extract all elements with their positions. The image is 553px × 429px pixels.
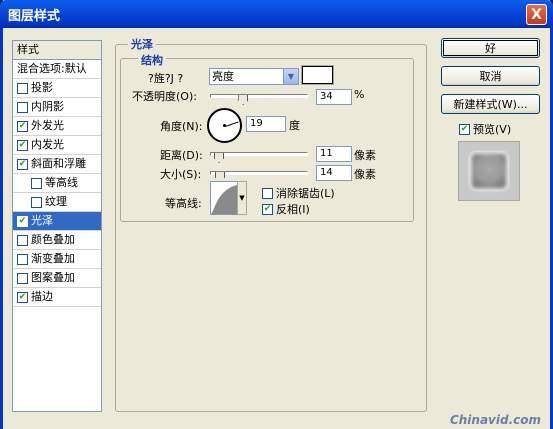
anti-alias-label: 消除锯齿(L) (276, 187, 335, 200)
structure-group-title: 结构 (138, 52, 166, 68)
style-item[interactable]: 纹理 (13, 193, 101, 212)
style-item-checkbox[interactable] (17, 234, 28, 246)
style-item-checkbox[interactable]: ✔ (17, 291, 28, 303)
style-item-checkbox[interactable]: ✔ (17, 158, 28, 170)
angle-label: 角度(N): (160, 120, 203, 133)
style-item-checkbox[interactable] (17, 101, 28, 113)
style-item[interactable]: 内阴影 (13, 98, 101, 117)
style-item[interactable]: ✔ 描边 (13, 288, 101, 307)
style-item-checkbox[interactable]: ✔ (17, 120, 28, 132)
style-item-checkbox[interactable]: ✔ (17, 139, 28, 151)
style-item[interactable]: 图案叠加 (13, 269, 101, 288)
size-unit: 像素 (354, 168, 376, 181)
style-item-checkbox[interactable] (31, 196, 42, 208)
style-item-checkbox[interactable] (17, 82, 28, 94)
style-item-label: 投影 (31, 81, 53, 94)
style-item[interactable]: ✔ 内发光 (13, 136, 101, 155)
distance-label: 距离(D): (160, 149, 203, 162)
distance-unit: 像素 (354, 149, 376, 162)
style-item-label: 渐变叠加 (31, 252, 75, 265)
blend-mode-select[interactable]: 亮度 ▼ (209, 68, 299, 85)
blend-mode-label: ?旌?J ? (148, 72, 184, 85)
invert-label: 反相(I) (276, 203, 310, 216)
opacity-unit: % (354, 88, 365, 101)
angle-unit: 度 (289, 119, 300, 132)
anti-alias-option[interactable]: 消除锯齿(L) (262, 185, 335, 201)
chevron-down-icon[interactable]: ▼ (283, 69, 298, 84)
size-input[interactable]: 14 (316, 165, 352, 181)
opacity-label: 不透明度(O): (132, 90, 197, 103)
style-item-label: 描边 (31, 290, 53, 303)
satin-color-swatch[interactable] (301, 65, 334, 85)
styles-header[interactable]: 样式 (13, 41, 101, 60)
style-item-label: 等高线 (45, 176, 78, 189)
preview-thumbnail (470, 152, 508, 190)
preview-label: 预览(V) (473, 123, 512, 136)
style-item-checkbox[interactable] (17, 253, 28, 265)
title-bar: 图层样式 X (0, 0, 553, 28)
opacity-input[interactable]: 34 (316, 89, 352, 105)
style-item[interactable]: 渐变叠加 (13, 250, 101, 269)
anti-alias-checkbox[interactable] (262, 187, 273, 199)
style-item-label: 斜面和浮雕 (31, 157, 86, 170)
contour-curve-icon (211, 185, 237, 214)
ok-button[interactable]: 好 (441, 38, 540, 58)
preview-option[interactable]: ✔ 预览(V) (459, 121, 511, 137)
style-item-label: 光泽 (31, 214, 53, 227)
distance-slider-track[interactable] (210, 152, 308, 156)
styles-list: 样式 混合选项:默认 投影 内阴影 ✔ 外发光 ✔ 内发光 ✔ 斜面和浮雕 等高线 纹理 ✔ 光泽 颜色… (12, 40, 102, 412)
style-item-label: 外发光 (31, 119, 64, 132)
invert-option[interactable]: ✔ 反相(I) (262, 201, 310, 217)
style-item[interactable]: 颜色叠加 (13, 231, 101, 250)
close-button[interactable]: X (526, 4, 547, 25)
satin-group-title: 光泽 (128, 36, 156, 52)
style-item-label: 图案叠加 (31, 271, 75, 284)
blend-mode-value: 亮度 (212, 70, 234, 83)
style-item[interactable]: ✔ 外发光 (13, 117, 101, 136)
window-frame-left (0, 28, 3, 429)
angle-dial-needle (225, 121, 239, 127)
style-item-checkbox[interactable] (31, 177, 42, 189)
style-preview (458, 141, 520, 201)
style-item[interactable]: 投影 (13, 79, 101, 98)
style-item-label: 颜色叠加 (31, 233, 75, 246)
watermark: Chinavid.com (449, 413, 541, 427)
style-item-label: 内阴影 (31, 100, 64, 113)
opacity-slider-thumb[interactable] (238, 95, 249, 105)
style-item-checkbox[interactable]: ✔ (17, 215, 28, 227)
angle-input[interactable]: 19 (246, 116, 286, 132)
angle-dial[interactable] (207, 108, 242, 143)
blend-options-item[interactable]: 混合选项:默认 (13, 60, 101, 79)
size-label: 大小(S): (160, 168, 202, 181)
invert-checkbox[interactable]: ✔ (262, 203, 273, 215)
contour-dropdown-button[interactable]: ▼ (237, 181, 247, 215)
close-icon: X (531, 6, 542, 23)
distance-input[interactable]: 11 (316, 146, 352, 162)
style-item-checkbox[interactable] (17, 272, 28, 284)
style-item-label: 纹理 (45, 195, 67, 208)
style-item[interactable]: ✔ 光泽 (13, 212, 101, 231)
opacity-slider-track[interactable] (210, 94, 308, 98)
preview-checkbox[interactable]: ✔ (459, 123, 470, 135)
window-title: 图层样式 (8, 8, 61, 24)
cancel-button[interactable]: 取消 (441, 66, 540, 86)
contour-label: 等高线: (165, 197, 202, 210)
style-item[interactable]: 等高线 (13, 174, 101, 193)
distance-slider-thumb[interactable] (214, 153, 224, 163)
style-item-label: 内发光 (31, 138, 64, 151)
new-style-button[interactable]: 新建样式(W)... (441, 94, 540, 114)
style-item[interactable]: ✔ 斜面和浮雕 (13, 155, 101, 174)
style-items: 投影 内阴影 ✔ 外发光 ✔ 内发光 ✔ 斜面和浮雕 等高线 纹理 ✔ 光泽 颜色叠加 渐变叠加 图案叠加 ✔… (13, 79, 101, 307)
